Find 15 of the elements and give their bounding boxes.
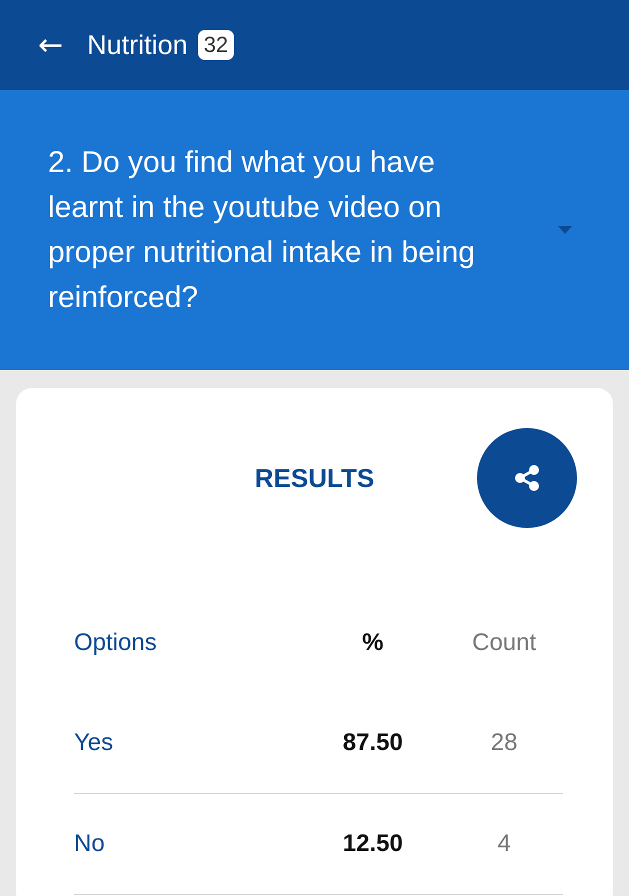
count-badge: 32	[198, 30, 234, 60]
count-cell-text: 4	[496, 830, 512, 858]
percent-cell-text: 12.50	[342, 830, 404, 858]
back-button[interactable]: ←	[38, 28, 78, 62]
column-header: Options	[74, 629, 158, 657]
share-icon	[512, 463, 542, 493]
page-title: Nutrition	[87, 30, 188, 60]
count-cell-text: 28	[490, 729, 518, 757]
results-title: RESULTS	[254, 462, 374, 494]
percent-cell-text: 87.50	[342, 729, 404, 757]
column-header: Count	[471, 629, 538, 657]
question-text: 2. Do you find what you have learnt in the youtube video on proper nutritional intake in being reinforced?	[48, 145, 476, 316]
column-header: %	[361, 629, 384, 657]
option-cell-text: Yes	[74, 729, 114, 757]
option-cell-text: No	[74, 830, 106, 858]
